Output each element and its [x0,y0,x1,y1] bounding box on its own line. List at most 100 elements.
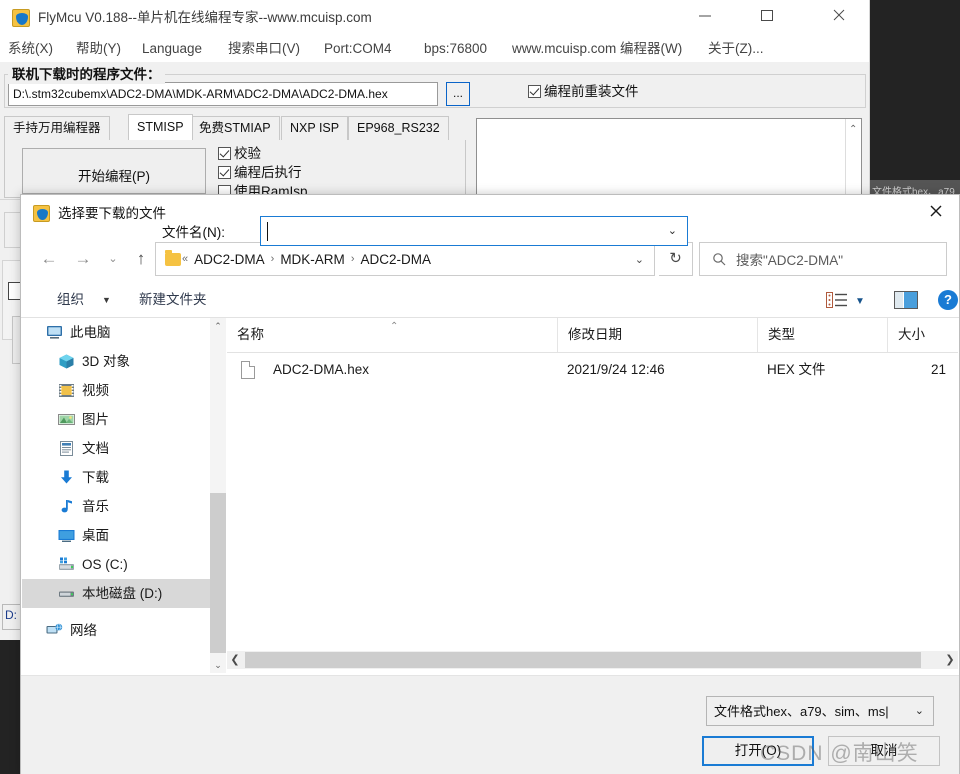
view-layout-icon[interactable] [826,292,848,308]
sidebar-item-os-c[interactable]: OS (C:) [22,550,210,579]
table-row[interactable]: ADC2-DMA.hex 2021/9/24 12:46 HEX 文件 21 [227,355,958,385]
tab-ep968-rs232[interactable]: EP968_RS232 [348,116,449,140]
log-scrollbar[interactable]: ⌃ [845,119,861,197]
sidebar-item-desktop[interactable]: 桌面 [22,521,210,550]
refresh-button[interactable]: ↻ [659,242,693,276]
tab-handheld-programmer[interactable]: 手持万用编程器 [4,116,110,140]
breadcrumb-item-0[interactable]: ADC2-DMA [189,252,270,267]
breadcrumb-item-2[interactable]: ADC2-DMA [355,252,436,267]
dialog-toolbar: 组织 ▼ 新建文件夹 ▼ ? [21,283,959,317]
chevron-down-icon[interactable]: ▼ [102,295,111,305]
sidebar-item-music[interactable]: 音乐 [22,492,210,521]
search-box[interactable]: 搜索"ADC2-DMA" [699,242,947,276]
sidebar-item-downloads[interactable]: 下载 [22,463,210,492]
chevron-down-icon[interactable]: ⌄ [635,253,644,266]
file-list-horizontal-scrollbar[interactable]: ❮ ❯ [227,651,958,669]
dialog-close-button[interactable] [913,195,959,227]
drive-icon [58,556,75,573]
breadcrumb-overflow[interactable]: « [181,253,189,265]
navigation-pane-scrollbar[interactable]: ⌃ ⌄ [210,318,226,673]
back-button[interactable]: ← [35,245,63,273]
new-folder-button[interactable]: 新建文件夹 [139,289,207,311]
chevron-down-icon[interactable]: ⌄ [915,704,924,717]
preview-pane-icon[interactable] [894,291,918,309]
menu-item-bps[interactable]: bps:76800 [424,39,487,59]
maximize-button[interactable] [744,0,790,30]
tab-nxp-isp[interactable]: NXP ISP [281,116,348,140]
help-button[interactable]: ? [938,290,958,310]
main-window-titlebar: FlyMcu V0.188--单片机在线编程专家--www.mcuisp.com [0,0,870,36]
menu-item-port[interactable]: Port:COM4 [324,39,392,59]
chevron-left-icon[interactable]: ❮ [227,651,243,669]
option-verify[interactable]: 校验 [218,144,418,163]
sidebar-item-videos[interactable]: 视频 [22,376,210,405]
chevron-up-icon[interactable]: ⌃ [210,318,226,334]
main-menubar: 系统(X) 帮助(Y) Language 搜索串口(V) Port:COM4 b… [0,36,870,62]
option-run-after-program[interactable]: 编程后执行 [218,163,418,182]
dialog-title: 选择要下载的文件 [58,204,166,224]
minimize-button[interactable] [682,0,728,30]
screen: 文件格式hex、a79 FlyMcu V0.188--单片机在线编程专家--ww… [0,0,960,774]
scrollbar-thumb[interactable] [210,493,226,653]
sidebar-item-local-disk-d[interactable]: 本地磁盘 (D:) [22,579,210,608]
pictures-icon [58,411,75,428]
start-programming-button[interactable]: 开始编程(P) [22,148,206,194]
scrollbar-thumb[interactable] [245,652,921,668]
file-list-header: 名称 ⌃ 修改日期 类型 大小 [227,318,958,353]
checkbox-checked-icon [528,85,541,98]
file-type-combobox[interactable]: 文件格式hex、a79、sim、ms| ⌄ [706,696,934,726]
filename-input[interactable]: ⌄ [260,216,688,246]
cell-name: ADC2-DMA.hex [263,355,557,385]
menu-item-about[interactable]: 关于(Z)... [708,39,764,59]
menu-item-scan-port[interactable]: 搜索串口(V) [228,39,300,59]
organize-button[interactable]: 组织 [57,289,84,311]
file-list: 名称 ⌃ 修改日期 类型 大小 ADC2-DMA.hex 2021/9/24 1… [227,318,958,650]
sidebar-item-network[interactable]: 网络 [22,616,210,645]
address-bar[interactable]: « ADC2-DMA › MDK-ARM › ADC2-DMA ⌄ [155,242,655,276]
flymcu-app-icon [12,9,30,27]
sidebar-label: 下载 [82,463,109,492]
sidebar-label: 图片 [82,405,109,434]
chevron-right-icon[interactable]: ❯ [942,651,958,669]
recent-locations-button[interactable]: ⌄ [99,245,127,273]
folder-icon [165,253,181,266]
sidebar-item-this-pc[interactable]: 此电脑 [22,318,210,347]
reload-checkbox-label: 编程前重装文件 [544,84,639,99]
breadcrumb-item-1[interactable]: MDK-ARM [275,252,350,267]
menu-item-language[interactable]: Language [142,39,202,59]
sidebar-label: 3D 对象 [82,347,130,376]
videos-icon [58,382,75,399]
program-file-path-input[interactable]: D:\.stm32cubemx\ADC2-DMA\MDK-ARM\ADC2-DM… [8,82,438,106]
sidebar-item-3d-objects[interactable]: 3D 对象 [22,347,210,376]
column-header-size[interactable]: 大小 [887,318,958,352]
search-icon [712,252,726,266]
tab-free-stmiap[interactable]: 免费STMIAP [190,116,280,140]
log-output-area: ⌃ [476,118,862,198]
open-button[interactable]: 打开(O) [702,736,814,766]
file-type-value: 文件格式hex、a79、sim、ms| [714,702,904,722]
chevron-down-icon[interactable]: ⌄ [210,657,226,673]
cell-size: 21 [887,355,958,385]
text-caret [267,222,268,241]
documents-icon [58,440,75,457]
cancel-button[interactable]: 取消 [828,736,940,766]
chevron-down-icon[interactable]: ▼ [855,296,865,307]
programming-options: 校验 编程后执行 使用RamIsp [218,144,418,200]
tab-stmisp[interactable]: STMISP [128,114,193,140]
forward-button[interactable]: → [69,245,97,273]
sidebar-item-documents[interactable]: 文档 [22,434,210,463]
browse-file-button[interactable]: ... [446,82,470,106]
search-placeholder: 搜索"ADC2-DMA" [736,249,843,269]
column-header-type[interactable]: 类型 [757,318,887,352]
up-one-level-button[interactable]: ↑ [127,245,155,273]
sidebar-item-pictures[interactable]: 图片 [22,405,210,434]
column-header-modified[interactable]: 修改日期 [557,318,757,352]
chevron-up-icon: ⌃ [849,124,857,135]
dialog-app-icon [33,205,50,222]
menu-item-system[interactable]: 系统(X) [8,39,53,59]
chevron-down-icon[interactable]: ⌄ [668,224,677,237]
reload-before-program-checkbox[interactable]: 编程前重装文件 [528,82,639,102]
menu-item-programmer[interactable]: www.mcuisp.com 编程器(W) [512,39,682,59]
menu-item-help[interactable]: 帮助(Y) [76,39,121,59]
close-button[interactable] [816,0,862,30]
